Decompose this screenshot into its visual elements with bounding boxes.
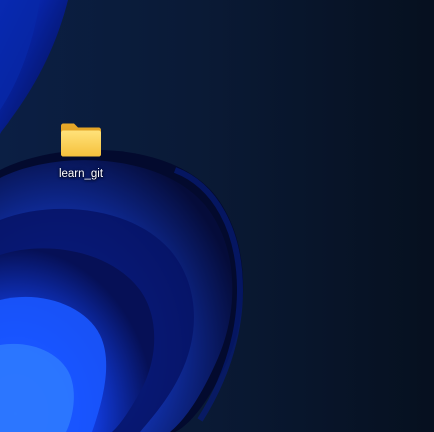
wallpaper-bloom <box>0 0 434 432</box>
desktop-icon-label: learn_git <box>58 168 104 180</box>
desktop: learn_git <box>0 0 434 432</box>
folder-icon <box>61 123 101 157</box>
desktop-icon-learn-git[interactable]: learn_git <box>52 118 110 188</box>
